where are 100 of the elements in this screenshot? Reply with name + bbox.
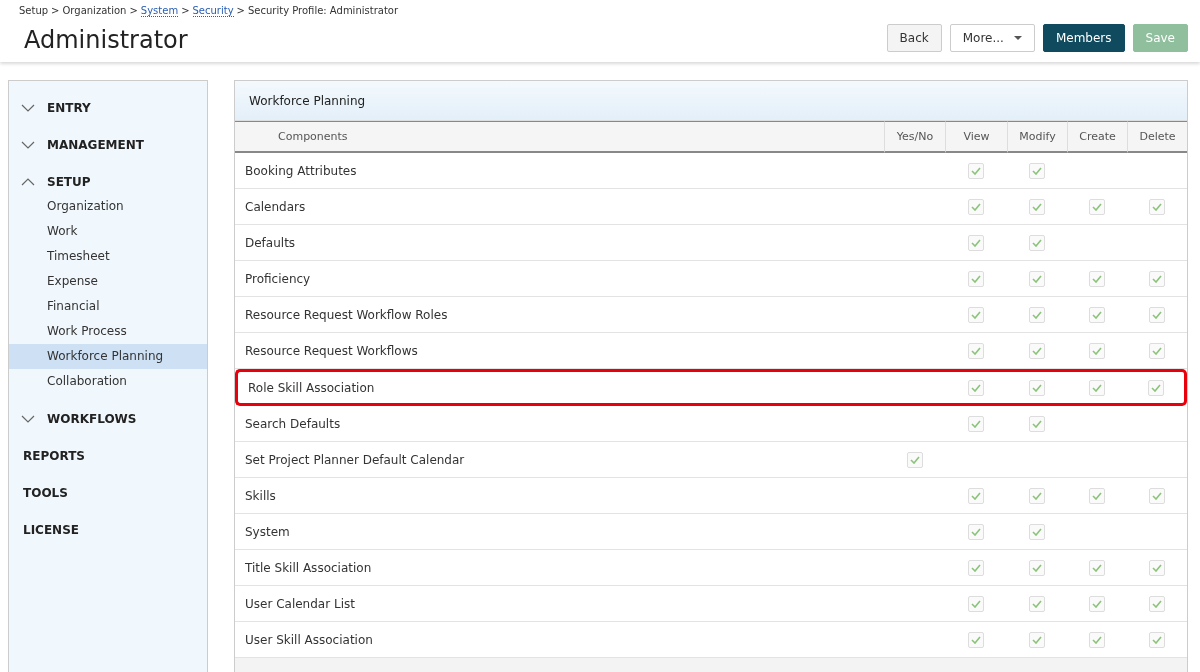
checkbox[interactable]	[1029, 487, 1045, 504]
checkbox[interactable]	[1149, 270, 1165, 287]
checkbox[interactable]	[1029, 631, 1045, 648]
check-icon	[909, 455, 920, 464]
checkbox[interactable]	[1029, 415, 1045, 432]
component-name: Proficiency	[235, 261, 884, 297]
checkbox[interactable]	[1029, 270, 1045, 287]
component-name: System	[235, 514, 884, 550]
sidebar-item[interactable]: Timesheet	[9, 244, 207, 269]
checkbox[interactable]	[968, 559, 984, 576]
breadcrumb-item: Security Profile: Administrator	[248, 5, 399, 17]
checkbox[interactable]	[1149, 487, 1165, 504]
dropdown-button[interactable]: More...	[949, 24, 1035, 52]
checkbox[interactable]	[968, 631, 984, 648]
checkbox[interactable]	[968, 523, 984, 540]
sidebar-section[interactable]: MANAGEMENT	[9, 126, 207, 163]
check-icon	[1092, 274, 1102, 283]
checkbox[interactable]	[1149, 559, 1165, 576]
checkbox[interactable]	[1149, 342, 1165, 359]
sidebar-item[interactable]: Workforce Planning	[9, 344, 207, 369]
check-icon	[1092, 599, 1102, 608]
checkbox[interactable]	[1029, 559, 1045, 576]
sidebar-section[interactable]: TOOLS	[9, 474, 207, 511]
check-icon	[1152, 310, 1162, 319]
checkbox[interactable]	[1029, 306, 1045, 323]
checkbox[interactable]	[1089, 306, 1105, 323]
checkbox[interactable]	[1089, 198, 1105, 215]
checkbox[interactable]	[1089, 379, 1105, 396]
checkbox[interactable]	[968, 162, 984, 179]
checkbox[interactable]	[1089, 631, 1105, 648]
sidebar-item[interactable]: Collaboration	[9, 369, 207, 394]
checkbox[interactable]	[1029, 234, 1045, 251]
check-icon	[1032, 419, 1042, 428]
checkbox[interactable]	[968, 198, 984, 215]
sidebar-section[interactable]: WORKFLOWS	[9, 400, 207, 437]
check-icon	[1092, 383, 1102, 392]
checkbox[interactable]	[968, 342, 984, 359]
checkbox[interactable]	[1149, 306, 1165, 323]
checkbox[interactable]	[1089, 487, 1105, 504]
checkbox[interactable]	[1089, 595, 1105, 612]
checkbox[interactable]	[968, 270, 984, 287]
check-icon	[971, 202, 981, 211]
check-icon	[971, 238, 981, 247]
checkbox[interactable]	[1029, 379, 1045, 396]
check-icon	[971, 491, 981, 500]
checkbox[interactable]	[1147, 379, 1164, 396]
component-name: Title Skill Association	[235, 550, 884, 586]
checkbox[interactable]	[1149, 631, 1165, 648]
check-icon	[1152, 491, 1162, 500]
checkbox[interactable]	[968, 306, 984, 323]
chevron-down-icon	[21, 103, 35, 112]
check-icon	[971, 599, 981, 608]
check-icon	[1152, 635, 1162, 644]
checkbox[interactable]	[968, 595, 984, 612]
check-icon	[1152, 346, 1162, 355]
column-header: View	[945, 121, 1007, 153]
sidebar-item[interactable]: Financial	[9, 294, 207, 319]
sidebar-item[interactable]: Work Process	[9, 319, 207, 344]
toolbar-button[interactable]: Back	[886, 24, 942, 52]
check-icon	[1032, 383, 1042, 392]
sidebar-item[interactable]: Expense	[9, 269, 207, 294]
checkbox[interactable]	[1089, 559, 1105, 576]
checkbox[interactable]	[1029, 523, 1045, 540]
checkbox[interactable]	[1149, 595, 1165, 612]
check-icon	[1092, 310, 1102, 319]
component-name: Resource Request Workflows	[235, 333, 884, 369]
checkbox[interactable]	[906, 451, 923, 468]
check-icon	[1032, 527, 1042, 536]
checkbox[interactable]	[1029, 595, 1045, 612]
panel-title: Workforce Planning	[235, 81, 1187, 121]
check-icon	[971, 310, 981, 319]
component-name: User Calendar List	[235, 586, 884, 622]
component-name: Booking Attributes	[235, 153, 884, 189]
check-icon	[1152, 274, 1162, 283]
component-name: Set Project Planner Default Calendar	[235, 442, 884, 478]
toolbar-button[interactable]: Members	[1042, 24, 1125, 52]
sidebar-section[interactable]: REPORTS	[9, 437, 207, 474]
checkbox[interactable]	[968, 487, 984, 504]
check-icon	[1032, 599, 1042, 608]
checkbox[interactable]	[1149, 198, 1165, 215]
checkbox[interactable]	[1029, 162, 1045, 179]
checkbox[interactable]	[1029, 198, 1045, 215]
sidebar-section[interactable]: ENTRY	[9, 89, 207, 126]
checkbox[interactable]	[1089, 270, 1105, 287]
checkbox[interactable]	[968, 415, 984, 432]
checkbox[interactable]	[968, 234, 984, 251]
breadcrumb-link[interactable]: System	[140, 5, 179, 17]
sidebar-item[interactable]: Work	[9, 219, 207, 244]
breadcrumb-link[interactable]: Security	[192, 5, 234, 17]
check-icon	[1092, 491, 1102, 500]
checkbox[interactable]	[968, 379, 984, 396]
sidebar-section[interactable]: LICENSE	[9, 511, 207, 548]
check-icon	[1032, 563, 1042, 572]
check-icon	[1032, 346, 1042, 355]
checkbox[interactable]	[1029, 342, 1045, 359]
check-icon	[1032, 274, 1042, 283]
checkbox[interactable]	[1089, 342, 1105, 359]
breadcrumb-separator: >	[51, 5, 60, 17]
check-icon	[1152, 599, 1162, 608]
check-icon	[971, 527, 981, 536]
